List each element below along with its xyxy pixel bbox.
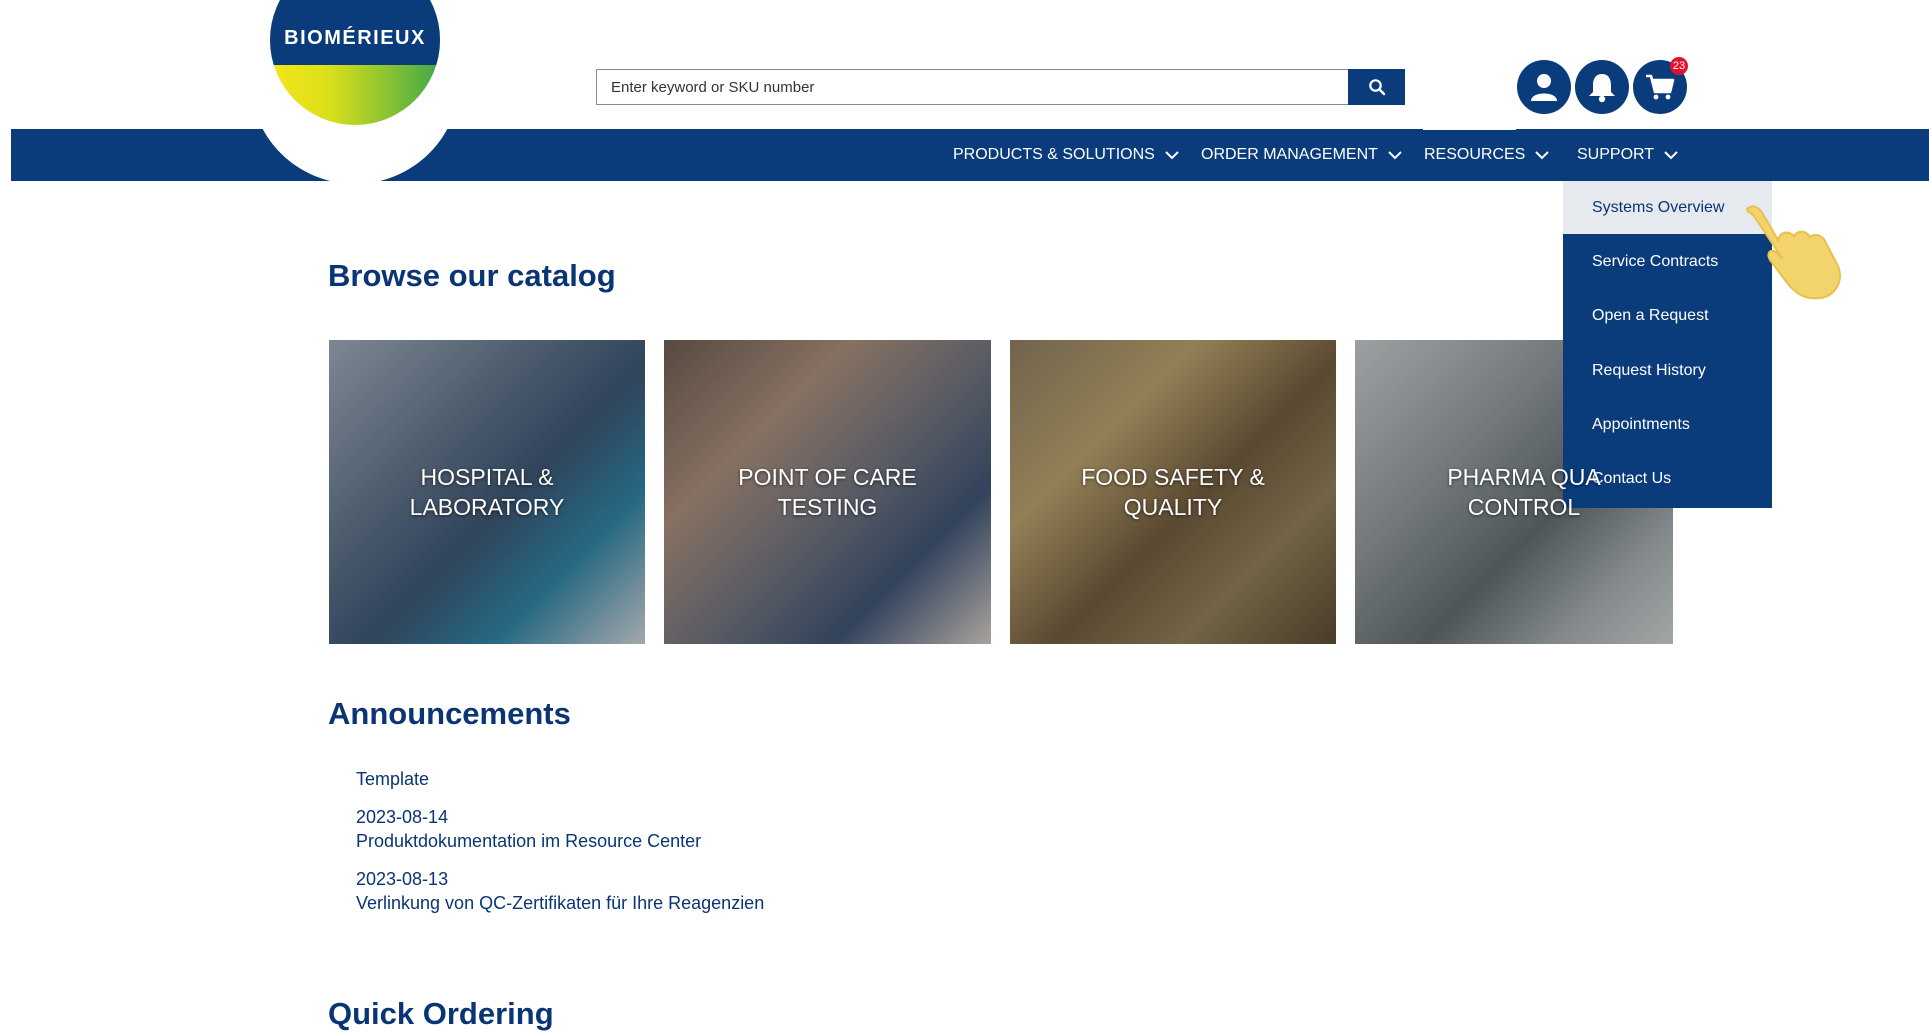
nav-support[interactable]: SUPPORT xyxy=(1577,129,1678,181)
nav-resources[interactable]: RESOURCES xyxy=(1424,129,1550,181)
catalog-tile-food-safety[interactable]: FOOD SAFETY & QUALITY xyxy=(1010,340,1336,644)
search-bar xyxy=(596,69,1405,105)
biomerieux-logo[interactable]: BIOMÉRIEUX xyxy=(250,0,460,181)
chevron-down-icon xyxy=(1535,150,1550,160)
announcement-title: Produktdokumentation im Resource Center xyxy=(356,831,702,851)
search-input[interactable] xyxy=(597,70,1347,104)
announcement-item[interactable]: 2023-08-14 Produktdokumentation im Resou… xyxy=(356,805,701,853)
search-button[interactable] xyxy=(1348,69,1405,105)
account-icon xyxy=(1531,74,1557,101)
cart-icon xyxy=(1646,74,1675,100)
chevron-down-icon xyxy=(1388,150,1402,160)
announcement-date: 2023-08-14 xyxy=(356,807,449,827)
announcement-item[interactable]: 2023-08-13 Verlinkung von QC-Zertifikate… xyxy=(356,867,764,915)
catalog-tile-hospital-laboratory[interactable]: HOSPITAL & LABORATORY xyxy=(329,340,645,644)
chevron-down-icon xyxy=(1165,150,1179,160)
logo-text: BIOMÉRIEUX xyxy=(284,27,426,49)
nav-order-management[interactable]: ORDER MANAGEMENT xyxy=(1201,129,1402,181)
nav-products-solutions[interactable]: PRODUCTS & SOLUTIONS xyxy=(953,129,1179,181)
cart-count-badge: 23 xyxy=(1670,57,1688,75)
notifications-button[interactable] xyxy=(1575,60,1629,114)
menu-item-appointments[interactable]: Appointments xyxy=(1563,398,1772,451)
account-button[interactable] xyxy=(1517,60,1571,114)
quick-ordering-heading: Quick Ordering xyxy=(328,996,554,1031)
announcement-item[interactable]: Template xyxy=(356,767,429,791)
search-icon xyxy=(1368,79,1385,96)
pointing-hand-icon xyxy=(1746,205,1841,300)
catalog-heading: Browse our catalog xyxy=(328,258,616,293)
bell-icon xyxy=(1589,74,1615,103)
announcement-title: Verlinkung von QC-Zertifikaten für Ihre … xyxy=(356,893,765,913)
chevron-down-icon xyxy=(1664,150,1678,160)
catalog-tile-point-of-care[interactable]: POINT OF CARE TESTING xyxy=(664,340,991,644)
announcements-heading: Announcements xyxy=(328,696,571,731)
announcement-date: 2023-08-13 xyxy=(356,869,449,889)
menu-item-request-history[interactable]: Request History xyxy=(1563,344,1772,397)
